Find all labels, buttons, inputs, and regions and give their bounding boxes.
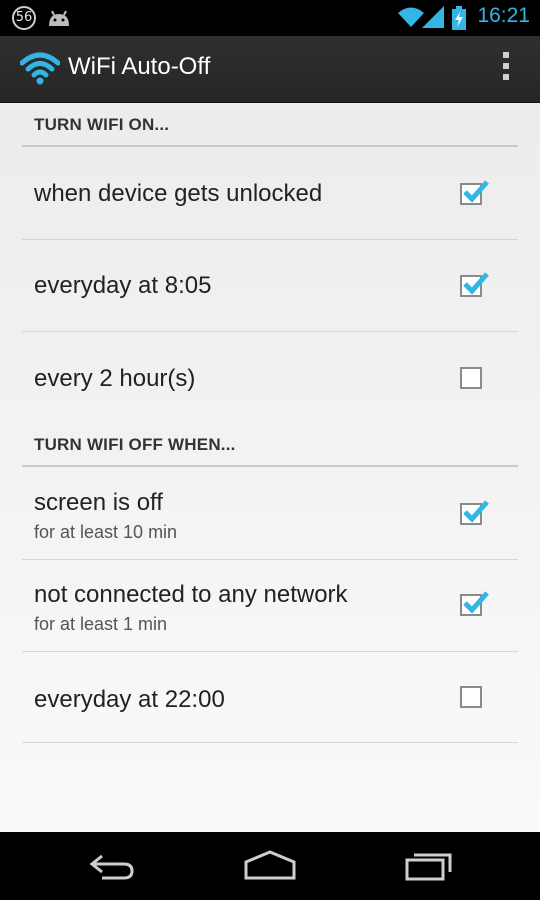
pref-title: screen is off <box>34 489 163 516</box>
pref-row-interval[interactable]: every 2 hour(s) <box>22 332 518 424</box>
pref-title: everyday at 8:05 <box>34 272 212 299</box>
pref-title: when device gets unlocked <box>34 180 323 207</box>
pref-summary: for at least 10 min <box>34 522 178 542</box>
android-debug-icon <box>49 10 69 26</box>
overflow-menu-button[interactable] <box>498 52 514 86</box>
section-header-label: TURN WIFI OFF WHEN... <box>34 435 236 454</box>
wifi-icon[interactable] <box>20 51 60 85</box>
cell-signal-icon <box>422 6 444 28</box>
pref-row-not-connected[interactable]: not connected to any network for at leas… <box>22 560 518 652</box>
pref-row-daily-on[interactable]: everyday at 8:05 <box>22 240 518 332</box>
checkbox-not-connected[interactable] <box>460 591 489 616</box>
pref-title: everyday at 22:00 <box>34 686 225 713</box>
checkmark-icon <box>463 180 489 203</box>
checkmark-icon <box>463 272 489 295</box>
checkmark-icon <box>463 591 489 614</box>
pref-title: not connected to any network <box>34 581 348 608</box>
section-header-turn-off: TURN WIFI OFF WHEN... <box>22 423 518 467</box>
checkbox-screen-off[interactable] <box>460 500 489 525</box>
checkbox-unlock[interactable] <box>460 180 489 205</box>
checkbox-daily-on[interactable] <box>460 272 489 297</box>
pref-row-daily-off[interactable]: everyday at 22:00 <box>22 652 518 743</box>
section-header-label: TURN WIFI ON... <box>34 115 170 134</box>
checkmark-icon <box>463 500 489 523</box>
pref-row-screen-off[interactable]: screen is off for at least 10 min <box>22 467 518 560</box>
wifi-signal-icon <box>398 7 424 27</box>
home-icon[interactable] <box>243 850 297 882</box>
checkbox-interval[interactable] <box>460 367 482 389</box>
pref-row-unlock[interactable]: when device gets unlocked <box>22 147 518 240</box>
action-bar: WiFi Auto-Off <box>0 36 540 103</box>
status-bar: 56 16:21 <box>0 0 540 36</box>
navigation-bar <box>0 832 540 900</box>
preferences-list: TURN WIFI ON... when device gets unlocke… <box>0 103 540 832</box>
pref-title: every 2 hour(s) <box>34 365 196 392</box>
section-header-turn-on: TURN WIFI ON... <box>22 103 518 147</box>
status-clock: 16:21 <box>477 4 530 27</box>
overflow-menu-icon <box>503 52 509 58</box>
recent-apps-icon[interactable] <box>404 850 454 882</box>
battery-charging-icon <box>452 6 466 30</box>
back-icon[interactable] <box>88 850 136 882</box>
app-title: WiFi Auto-Off <box>68 53 211 80</box>
pref-summary: for at least 1 min <box>34 614 168 634</box>
notification-count-badge: 56 <box>12 6 36 30</box>
checkbox-daily-off[interactable] <box>460 686 482 708</box>
